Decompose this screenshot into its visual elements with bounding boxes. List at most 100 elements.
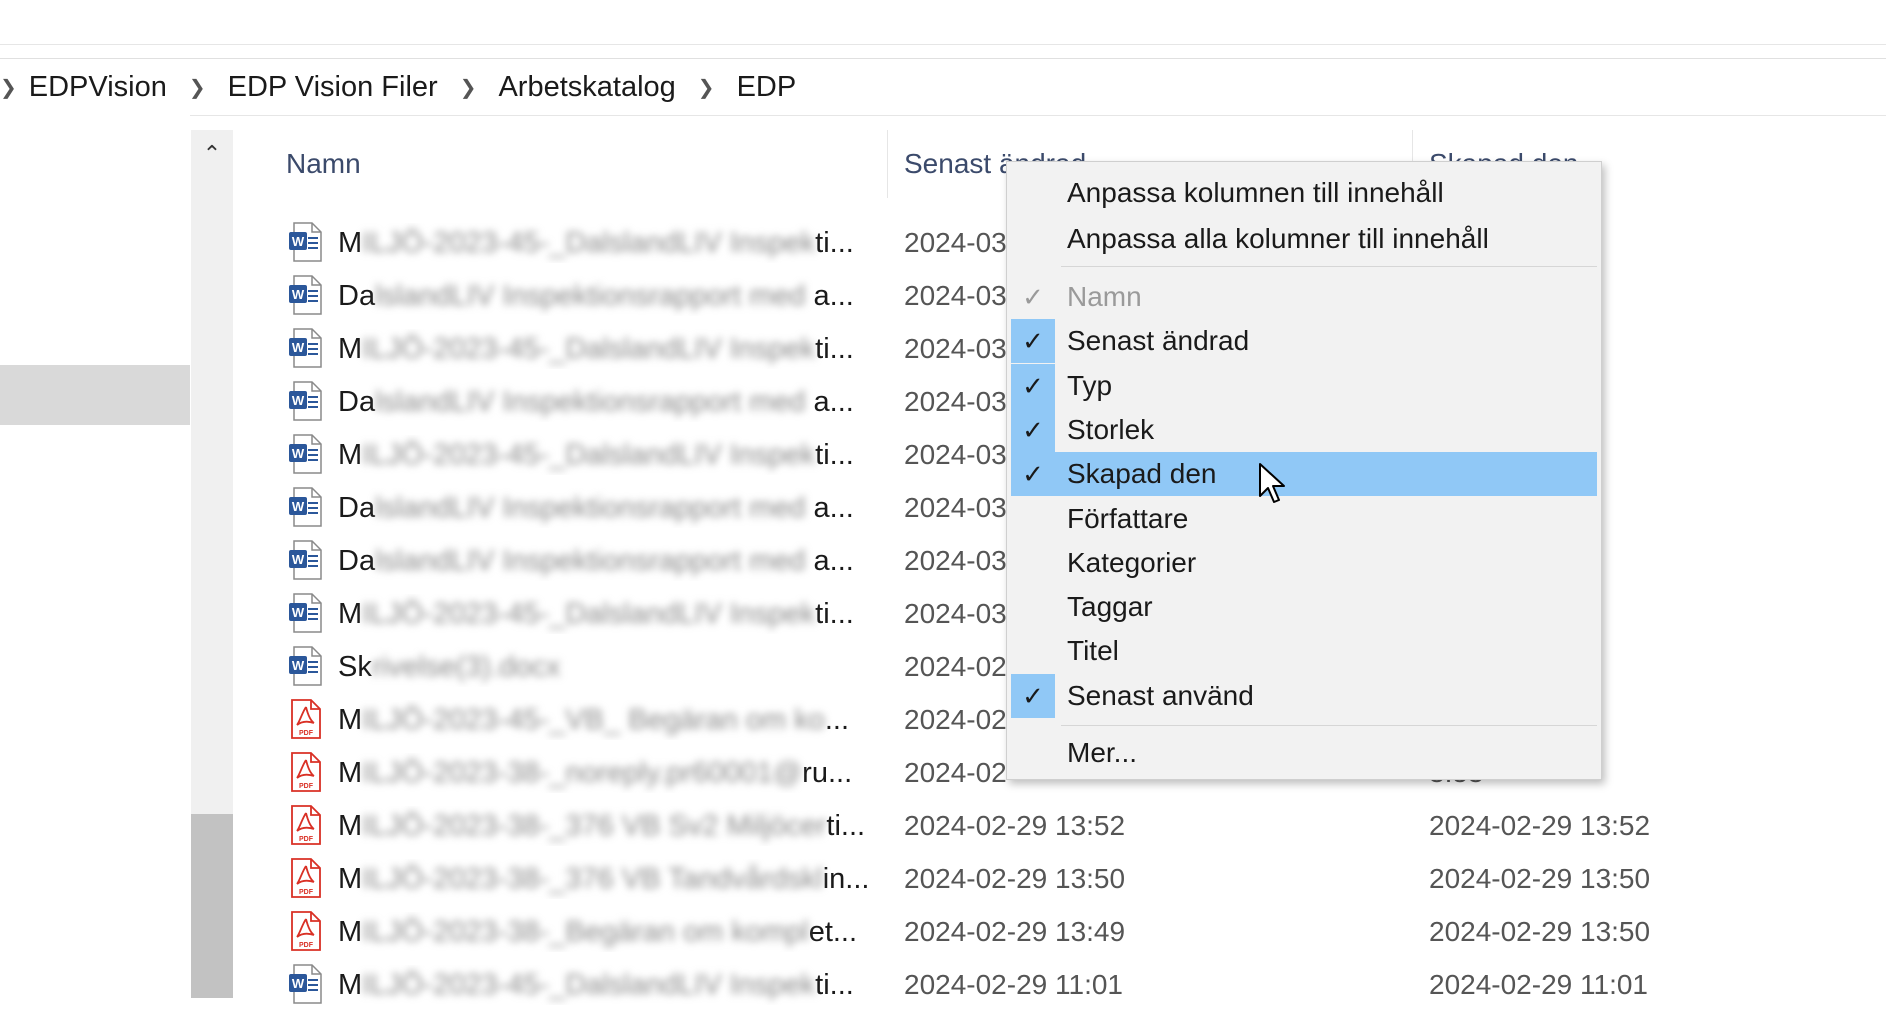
file-name-redacted: ILJÖ-2023-45-_DalslandLIV Inspek xyxy=(362,439,816,471)
file-row[interactable]: PDF MILJÖ-2023-38-_Begäran om komplet... 2… xyxy=(234,904,1886,957)
menu-item-column-toggle[interactable]: ✓ Skapad den xyxy=(1011,452,1597,497)
word-icon: W xyxy=(288,381,322,421)
menu-item-column-toggle[interactable]: Författare xyxy=(1007,497,1601,541)
checkmark-icon xyxy=(1011,629,1055,673)
file-name-redacted: ILJÖ-2023-45-_VB_ Begäran om ko xyxy=(362,704,825,736)
breadcrumb-item[interactable]: EDPVision xyxy=(29,71,167,104)
file-modified-date: 2024-03 xyxy=(904,598,1007,629)
word-icon: W xyxy=(288,487,322,527)
file-name-redacted: ILJÖ-2023-45-_DalslandLIV Inspek xyxy=(362,969,816,1001)
file-name-redacted: lslandLIV Inspektionsrapport med xyxy=(375,386,806,418)
menu-item-column-toggle[interactable]: ✓ Typ xyxy=(1007,363,1601,408)
menu-item-label: Skapad den xyxy=(1067,458,1217,490)
svg-text:W: W xyxy=(292,658,305,673)
breadcrumb-item[interactable]: EDP Vision Filer xyxy=(228,71,438,104)
chevron-right-icon[interactable]: ❯ xyxy=(189,75,206,100)
menu-item-label: Typ xyxy=(1067,369,1113,401)
breadcrumb-item[interactable]: EDP xyxy=(737,71,797,104)
file-modified-date: 2024-03 xyxy=(904,386,1007,417)
file-name-redacted: ILJÖ-2023-45-_DalslandLIV Inspek xyxy=(362,227,816,259)
menu-item-column-toggle: ✓ Namn xyxy=(1007,275,1601,319)
file-created-date: 2024-02-29 11:01 xyxy=(1429,969,1648,1000)
file-name-redacted: ILJÖ-2023-38-_376 VB Tandvårdskl xyxy=(362,863,823,895)
chevron-right-icon[interactable]: ❯ xyxy=(698,75,715,100)
column-header-name[interactable]: Namn xyxy=(286,148,361,180)
file-name-suffix: a... xyxy=(805,280,854,312)
menu-item-label: Taggar xyxy=(1067,591,1153,623)
menu-item-fit-column[interactable]: Anpassa kolumnen till innehåll xyxy=(1007,170,1601,216)
checkmark-icon xyxy=(1011,541,1055,585)
file-name-prefix: M xyxy=(338,704,363,736)
menu-item-fit-all-columns[interactable]: Anpassa alla kolumner till innehåll xyxy=(1007,216,1601,262)
svg-text:PDF: PDF xyxy=(299,783,314,790)
breadcrumb-item[interactable]: Arbetskatalog xyxy=(498,71,675,104)
file-name-prefix: Da xyxy=(338,545,376,577)
menu-item-more[interactable]: Mer... xyxy=(1007,730,1601,776)
svg-text:W: W xyxy=(292,234,305,249)
file-row[interactable]: PDF MILJÖ-2023-38-_376 VB Tandvårdsklin..… xyxy=(234,851,1886,904)
navigation-pane xyxy=(0,115,190,998)
word-icon: W xyxy=(288,434,322,474)
menu-item-label: Namn xyxy=(1067,281,1142,312)
menu-item-column-toggle[interactable]: Taggar xyxy=(1007,585,1601,629)
menu-item-column-toggle[interactable]: ✓ Senast använd xyxy=(1007,673,1601,718)
svg-text:W: W xyxy=(292,976,305,991)
breadcrumb[interactable]: ❯ EDPVision ❯ EDP Vision Filer ❯ Arbetsk… xyxy=(0,58,1886,116)
file-name-redacted: ILJÖ-2023-38-_noreply.pr60001@ xyxy=(362,757,803,789)
file-modified-date: 2024-03 xyxy=(904,492,1007,523)
menu-item-column-toggle[interactable]: ✓ Senast ändrad xyxy=(1007,319,1601,364)
file-modified-date: 2024-02-29 13:50 xyxy=(904,863,1126,894)
word-icon: W xyxy=(288,964,322,1004)
chevron-right-icon[interactable]: ❯ xyxy=(460,75,477,100)
menu-item-label: Titel xyxy=(1067,635,1119,667)
menu-item-column-toggle[interactable]: Titel xyxy=(1007,629,1601,673)
file-name-prefix: M xyxy=(338,757,363,789)
svg-text:W: W xyxy=(292,340,305,355)
svg-text:PDF: PDF xyxy=(299,836,314,843)
navigation-scrollbar[interactable]: ⌃ xyxy=(191,130,233,998)
word-icon: W xyxy=(288,275,322,315)
file-name-suffix: ru... xyxy=(802,757,853,789)
checkmark-icon: ✓ xyxy=(1011,319,1055,364)
column-context-menu: Anpassa kolumnen till innehåll Anpassa a… xyxy=(1006,161,1602,780)
menu-item-label: Senast ändrad xyxy=(1067,325,1250,357)
file-name-redacted: ILJÖ-2023-38-_376 VB Sv2 Miljöcer xyxy=(362,810,827,842)
menu-item-column-toggle[interactable]: ✓ Storlek xyxy=(1007,407,1601,452)
checkmark-icon: ✓ xyxy=(1011,363,1055,408)
file-modified-date: 2024-03 xyxy=(904,439,1007,470)
scrollbar-thumb[interactable] xyxy=(191,814,233,998)
chevron-right-icon[interactable]: ❯ xyxy=(0,75,17,100)
menu-item-column-toggle[interactable]: Kategorier xyxy=(1007,541,1601,585)
word-icon: W xyxy=(288,222,322,262)
file-name-prefix: M xyxy=(338,227,363,259)
word-icon: W xyxy=(288,540,322,580)
checkmark-icon: ✓ xyxy=(1011,673,1055,718)
file-name-prefix: M xyxy=(338,810,363,842)
file-name-prefix: M xyxy=(338,333,363,365)
file-name-redacted: lslandLIV Inspektionsrapport med xyxy=(375,545,806,577)
file-name-suffix: et... xyxy=(808,916,858,948)
navigation-selected-item[interactable] xyxy=(0,365,190,425)
svg-text:W: W xyxy=(292,605,305,620)
file-row[interactable]: W MILJÖ-2023-45-_DalslandLIV Inspekti... 2… xyxy=(234,957,1886,1010)
column-divider[interactable] xyxy=(887,130,888,198)
pdf-icon: PDF xyxy=(288,911,322,951)
file-modified-date: 2024-03 xyxy=(904,333,1007,364)
file-name-suffix: ti... xyxy=(826,810,866,842)
svg-text:PDF: PDF xyxy=(299,730,314,737)
checkmark-icon xyxy=(1011,585,1055,629)
file-name-prefix: M xyxy=(338,863,363,895)
file-name-prefix: M xyxy=(338,916,363,948)
file-name-prefix: Da xyxy=(338,386,376,418)
file-name-suffix: ti... xyxy=(815,227,854,259)
file-name-suffix: ti... xyxy=(815,439,854,471)
file-created-date: 2024-02-29 13:52 xyxy=(1429,810,1651,841)
file-row[interactable]: PDF MILJÖ-2023-38-_376 VB Sv2 Miljöcerti.… xyxy=(234,798,1886,851)
file-modified-date: 2024-02-29 11:01 xyxy=(904,969,1123,1000)
file-modified-date: 2024-03 xyxy=(904,545,1007,576)
scroll-up-icon[interactable]: ⌃ xyxy=(191,136,233,172)
file-name-suffix: ... xyxy=(824,704,849,736)
checkmark-icon: ✓ xyxy=(1022,282,1044,312)
file-name-suffix: a... xyxy=(805,492,854,524)
file-name-redacted: lslandLIV Inspektionsrapport med xyxy=(375,280,806,312)
